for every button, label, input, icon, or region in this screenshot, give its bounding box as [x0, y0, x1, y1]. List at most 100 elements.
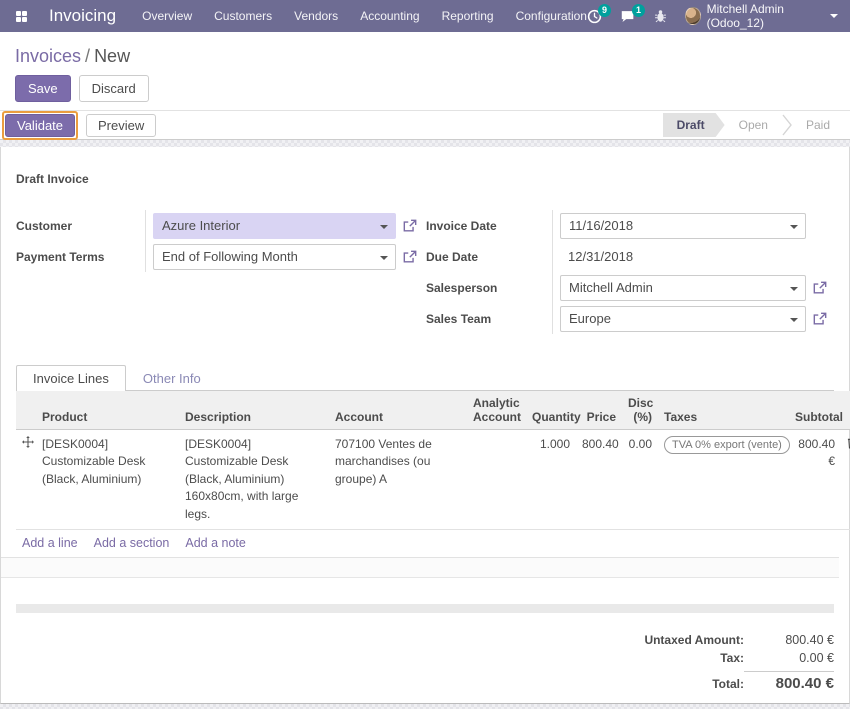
customer-external-link-icon[interactable] — [396, 219, 424, 233]
due-date-label: Due Date — [424, 250, 552, 264]
tax-value: 0.00 € — [744, 651, 834, 665]
activities-badge: 9 — [598, 4, 611, 17]
tax-tag[interactable]: TVA 0% export (vente) — [664, 436, 790, 454]
line-subtotal: 800.40 € — [789, 430, 841, 530]
top-navbar: Invoicing Overview Customers Vendors Acc… — [0, 0, 850, 32]
sales-team-label: Sales Team — [424, 312, 552, 326]
analytic-account-column-header[interactable]: Analytic Account — [467, 391, 526, 430]
discount-column-header[interactable]: Disc (%) — [622, 391, 658, 430]
line-price[interactable]: 800.40 — [576, 430, 622, 530]
status-open[interactable]: Open — [725, 113, 782, 137]
chevron-down-icon — [790, 287, 798, 291]
due-date-value: 12/31/2018 — [560, 249, 633, 264]
line-product[interactable]: [DESK0004] Customizable Desk (Black, Alu… — [36, 430, 179, 530]
menu-item-configuration[interactable]: Configuration — [516, 9, 587, 23]
status-paid[interactable]: Paid — [792, 113, 844, 137]
customer-label: Customer — [16, 219, 145, 233]
list-footer-links: Add a line Add a section Add a note — [1, 530, 839, 558]
status-pipeline: Draft Open Paid — [663, 113, 844, 137]
user-avatar — [685, 7, 701, 25]
payment-terms-label: Payment Terms — [16, 250, 145, 264]
menu-item-overview[interactable]: Overview — [142, 9, 192, 23]
main-menu: Overview Customers Vendors Accounting Re… — [142, 9, 587, 23]
form-group-left: Customer Azure Interior Payment Terms En… — [16, 210, 424, 334]
line-discount[interactable]: 0.00 — [622, 430, 658, 530]
user-name: Mitchell Admin (Odoo_12) — [707, 2, 824, 30]
form-group-right: Invoice Date 11/16/2018 Due Date 12/31/2… — [424, 210, 834, 334]
add-a-section-link[interactable]: Add a section — [94, 536, 170, 550]
breadcrumb-invoices-link[interactable]: Invoices — [15, 46, 81, 66]
save-button[interactable]: Save — [15, 75, 71, 102]
subtotal-column-header[interactable]: Subtotal — [789, 391, 841, 430]
product-column-header[interactable]: Product — [36, 391, 179, 430]
table-header-row: Product Description Account Analytic Acc… — [16, 391, 850, 430]
status-draft[interactable]: Draft — [663, 113, 725, 137]
apps-grid-icon[interactable] — [16, 11, 27, 22]
preview-button[interactable]: Preview — [86, 114, 156, 137]
salesperson-field[interactable]: Mitchell Admin — [560, 275, 806, 301]
total-label: Total: — [712, 677, 744, 691]
messages-button[interactable]: 1 — [620, 9, 636, 24]
delete-line-icon[interactable] — [841, 430, 850, 530]
activities-button[interactable]: 9 — [587, 9, 602, 24]
invoice-lines-table: Product Description Account Analytic Acc… — [16, 391, 850, 530]
validate-highlight-annotation: Validate — [2, 111, 78, 140]
line-account[interactable]: 707100 Ventes de marchandises (ou groupe… — [329, 430, 467, 530]
statusbar: Validate Preview Draft Open Paid — [0, 110, 850, 140]
sheet-top-gutter — [0, 140, 850, 147]
line-description[interactable]: [DESK0004] Customizable Desk (Black, Alu… — [179, 430, 329, 530]
menu-item-customers[interactable]: Customers — [214, 9, 272, 23]
breadcrumb-current: New — [94, 46, 130, 66]
tax-label: Tax: — [720, 651, 744, 665]
form-title: Draft Invoice — [1, 172, 849, 186]
price-column-header[interactable]: Price — [576, 391, 622, 430]
control-panel: Invoices/New Save Discard — [0, 32, 850, 110]
tab-other-info[interactable]: Other Info — [126, 365, 218, 391]
user-menu[interactable]: Mitchell Admin (Odoo_12) — [685, 2, 838, 30]
taxes-column-header[interactable]: Taxes — [658, 391, 789, 430]
chevron-down-icon — [380, 225, 388, 229]
payment-terms-external-link-icon[interactable] — [396, 250, 424, 264]
sales-team-field[interactable]: Europe — [560, 306, 806, 332]
line-quantity[interactable]: 1.000 — [526, 430, 576, 530]
handle-column-header — [16, 391, 36, 430]
validate-button[interactable]: Validate — [5, 114, 75, 137]
add-a-line-link[interactable]: Add a line — [22, 536, 78, 550]
salesperson-external-link-icon[interactable] — [806, 281, 834, 295]
breadcrumb-separator: / — [85, 46, 90, 66]
payment-terms-field[interactable]: End of Following Month — [153, 244, 396, 270]
invoice-line-row[interactable]: [DESK0004] Customizable Desk (Black, Alu… — [16, 430, 850, 530]
empty-list-row — [1, 558, 839, 578]
description-column-header[interactable]: Description — [179, 391, 329, 430]
invoice-date-label: Invoice Date — [424, 219, 552, 233]
add-a-note-link[interactable]: Add a note — [185, 536, 245, 550]
account-column-header[interactable]: Account — [329, 391, 467, 430]
invoice-form-sheet: Draft Invoice Customer Azure Interior Pa… — [0, 147, 850, 704]
invoice-date-field[interactable]: 11/16/2018 — [560, 213, 806, 239]
horizontal-divider-bar — [16, 604, 834, 613]
chevron-down-icon — [380, 256, 388, 260]
total-value: 800.40 € — [744, 671, 834, 692]
sales-team-external-link-icon[interactable] — [806, 312, 834, 326]
chevron-down-icon — [830, 14, 838, 18]
discard-button[interactable]: Discard — [79, 75, 149, 102]
app-title[interactable]: Invoicing — [49, 6, 116, 26]
breadcrumb: Invoices/New — [15, 46, 835, 67]
debug-bug-icon[interactable] — [654, 9, 667, 23]
customer-field[interactable]: Azure Interior — [153, 213, 396, 239]
chevron-right-icon — [782, 113, 792, 137]
menu-item-vendors[interactable]: Vendors — [294, 9, 338, 23]
chevron-down-icon — [790, 225, 798, 229]
line-taxes[interactable]: TVA 0% export (vente) — [658, 430, 789, 530]
quantity-column-header[interactable]: Quantity — [526, 391, 576, 430]
menu-item-accounting[interactable]: Accounting — [360, 9, 419, 23]
chevron-down-icon — [790, 318, 798, 322]
untaxed-amount-label: Untaxed Amount: — [644, 633, 744, 647]
totals-block: Untaxed Amount: 800.40 € Tax: 0.00 € Tot… — [544, 631, 834, 694]
salesperson-label: Salesperson — [424, 281, 552, 295]
drag-handle-icon[interactable] — [16, 430, 36, 530]
menu-item-reporting[interactable]: Reporting — [442, 9, 494, 23]
notebook-tabs: Invoice Lines Other Info — [16, 365, 834, 391]
line-analytic-account[interactable] — [467, 430, 526, 530]
tab-invoice-lines[interactable]: Invoice Lines — [16, 365, 126, 391]
